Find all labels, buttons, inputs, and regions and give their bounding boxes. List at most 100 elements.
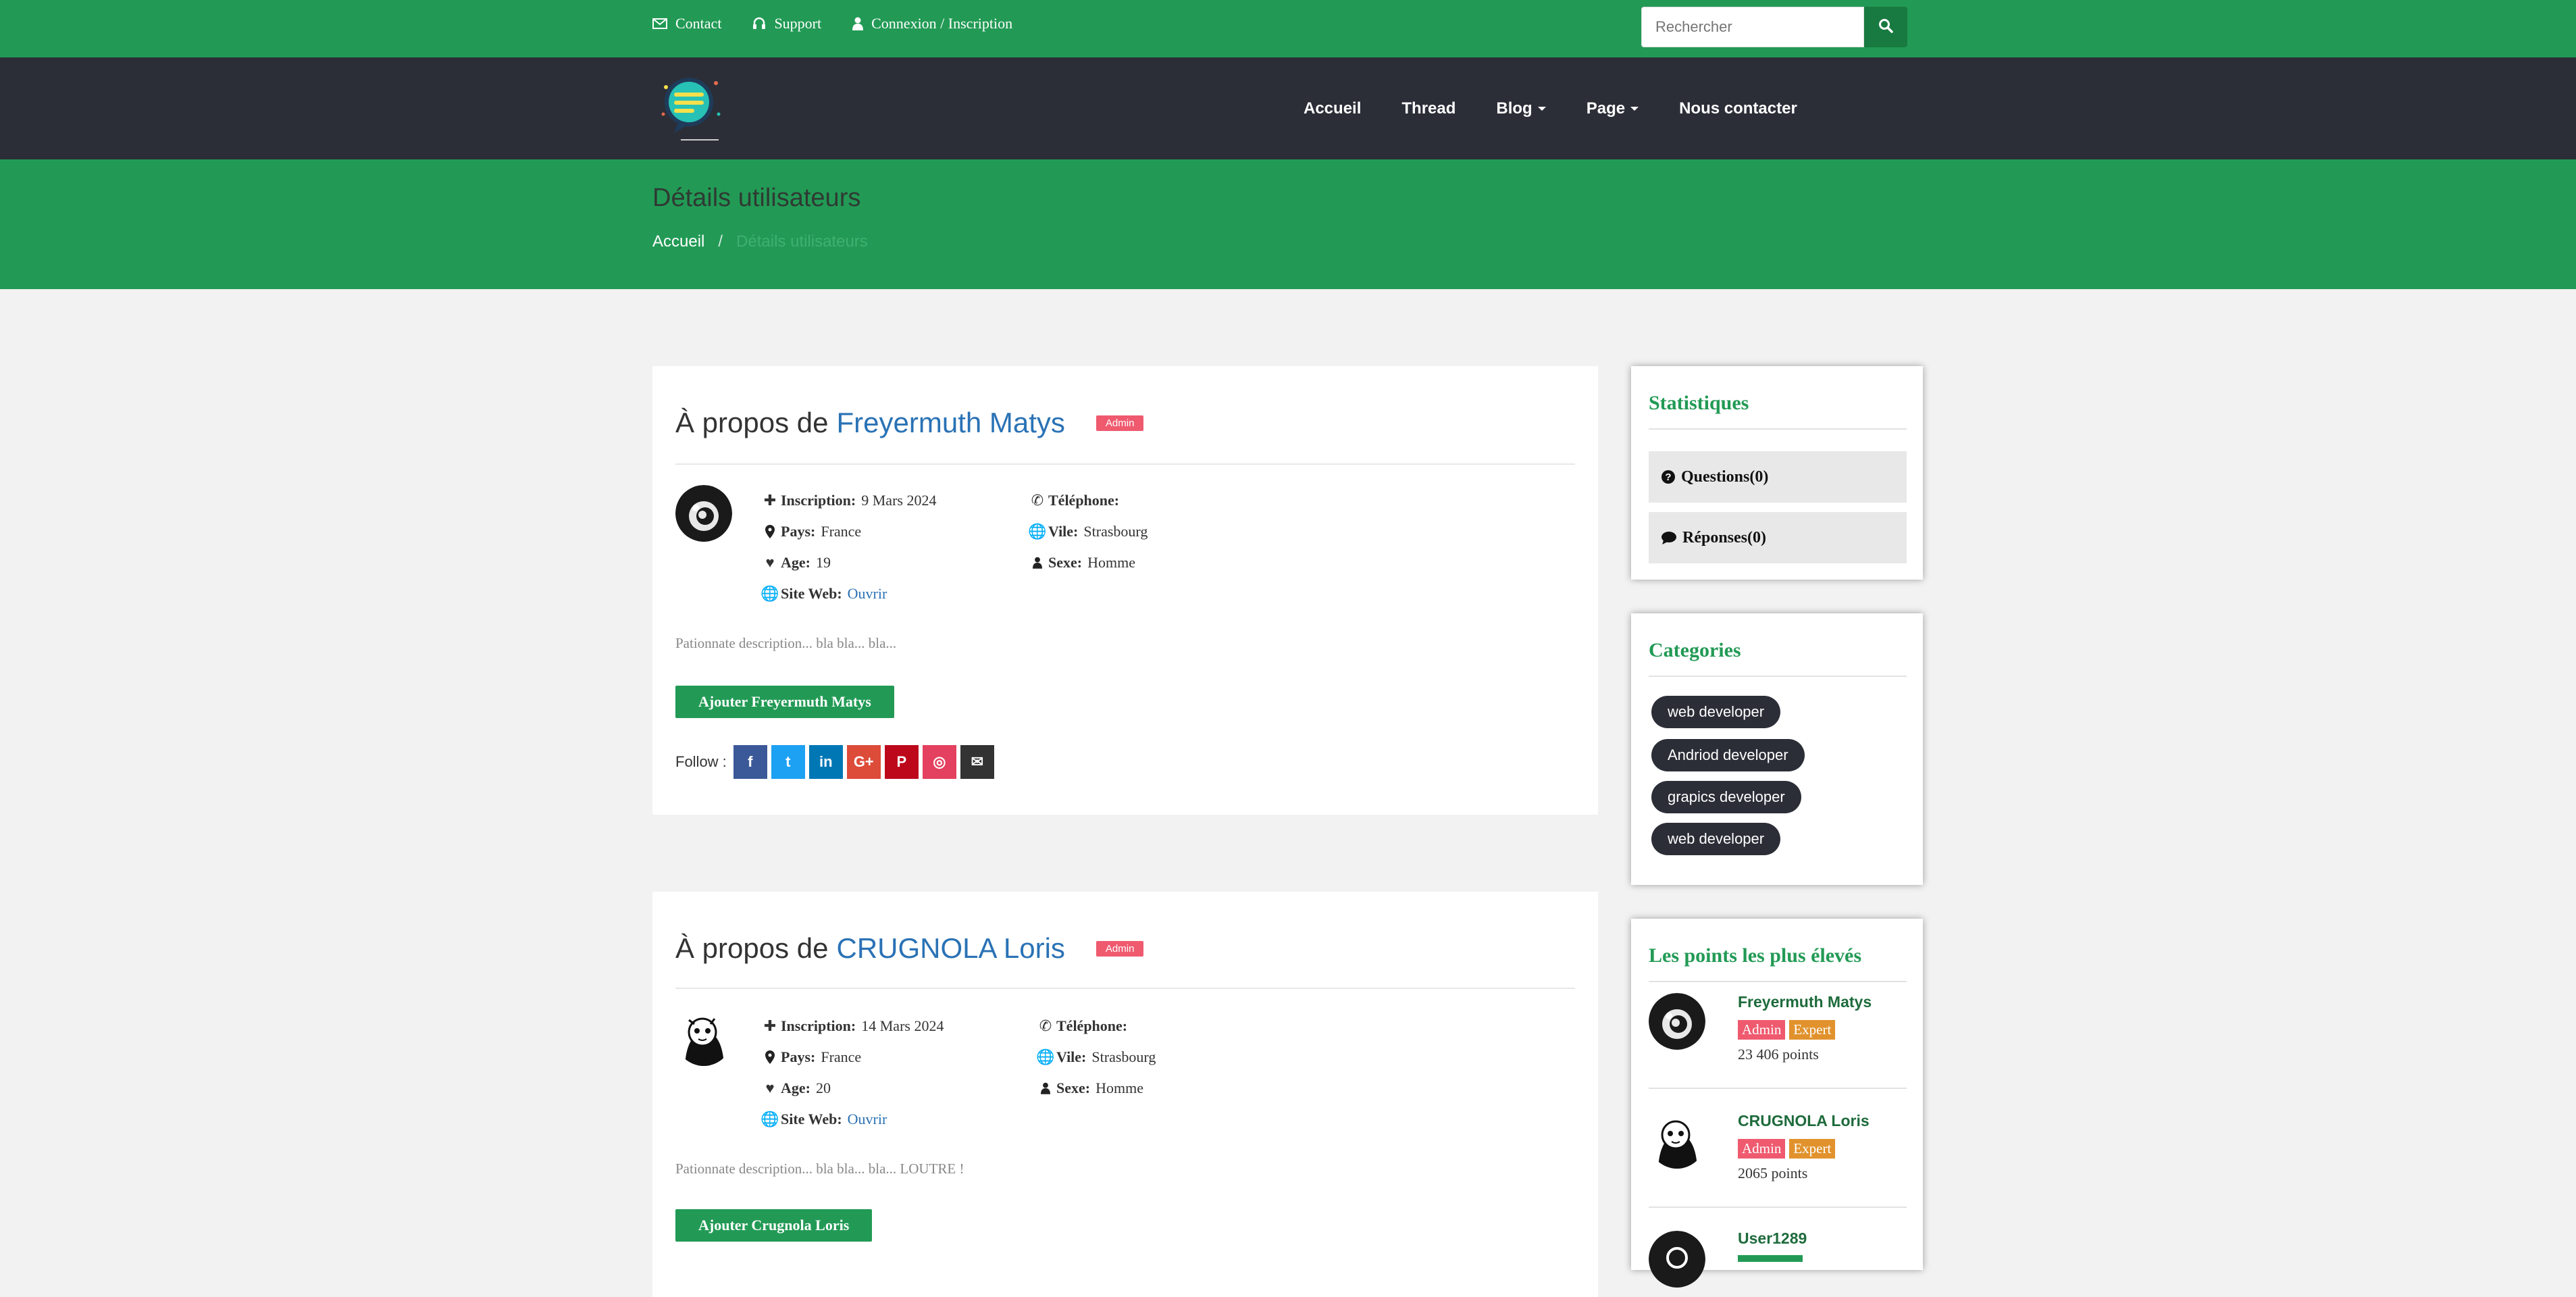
top-user-name[interactable]: CRUGNOLA Loris xyxy=(1738,1112,1870,1130)
plus-icon: ✚ xyxy=(763,492,777,509)
breadcrumb-separator: / xyxy=(718,232,723,251)
contact-link[interactable]: Contact xyxy=(652,15,721,32)
search-icon xyxy=(1878,18,1893,36)
support-link[interactable]: Support xyxy=(752,15,821,32)
twitter-button[interactable]: t xyxy=(771,745,805,779)
nav-page[interactable]: Page xyxy=(1587,99,1639,118)
age-label: Age: xyxy=(781,554,810,571)
sexe-row: Sexe: Homme xyxy=(1039,1073,1156,1104)
top-user-item[interactable]: User1289 xyxy=(1649,1229,1907,1288)
inscription-row: ✚ Inscription: 14 Mars 2024 xyxy=(763,1011,944,1042)
questions-stat[interactable]: ? Questions(0) xyxy=(1649,451,1907,503)
nav-accueil[interactable]: Accueil xyxy=(1304,99,1361,118)
sexe-value: Homme xyxy=(1096,1079,1143,1096)
statistics-panel: Statistiques ? Questions(0) Réponses(0) xyxy=(1631,366,1923,580)
nav-blog-label: Blog xyxy=(1496,99,1532,118)
category-tag[interactable]: grapics developer xyxy=(1651,781,1801,813)
age-row: ♥ Age: 20 xyxy=(763,1073,944,1104)
svg-text:?: ? xyxy=(1665,472,1671,483)
nav-contact[interactable]: Nous contacter xyxy=(1679,99,1797,118)
follow-bar: Follow : f t in G+ P ◎ ✉ xyxy=(675,745,994,779)
info-column-left: ✚ Inscription: 14 Mars 2024 Pays: France ♥ A… xyxy=(761,1011,944,1135)
google-plus-button[interactable]: G+ xyxy=(846,745,881,779)
category-tag[interactable]: web developer xyxy=(1651,696,1781,728)
category-tag[interactable]: web developer xyxy=(1651,823,1781,855)
ville-row: 🌐 Vile: Strasbourg xyxy=(1028,516,1148,547)
age-value: 20 xyxy=(815,1079,831,1096)
caret-down-icon xyxy=(1630,106,1639,111)
support-label: Support xyxy=(774,15,822,32)
profile-heading: À propos de Freyermuth Matys Admin xyxy=(675,407,1144,439)
search-button[interactable] xyxy=(1864,7,1907,47)
nav-thread[interactable]: Thread xyxy=(1401,99,1456,118)
sexe-row: Sexe: Homme xyxy=(1031,547,1148,578)
top-user-name[interactable]: Freyermuth Matys xyxy=(1738,993,1872,1011)
profile-name[interactable]: Freyermuth Matys xyxy=(837,407,1065,439)
top-user-item[interactable]: Freyermuth Matys Admin Expert 23 406 poi… xyxy=(1649,993,1907,1101)
divider xyxy=(1649,676,1907,677)
statistics-title: Statistiques xyxy=(1649,392,1749,414)
globe-icon: 🌐 xyxy=(1036,1048,1055,1065)
instagram-button[interactable]: ◎ xyxy=(922,745,956,779)
website-link[interactable]: Ouvrir xyxy=(848,585,887,603)
nav-blog[interactable]: Blog xyxy=(1496,99,1546,118)
instagram-icon: ◎ xyxy=(933,753,946,770)
category-tag[interactable]: Andriod developer xyxy=(1651,739,1805,771)
facebook-button[interactable]: f xyxy=(733,745,767,779)
avatar xyxy=(1649,993,1705,1050)
pays-row: Pays: France xyxy=(763,516,936,547)
breadcrumb-home[interactable]: Accueil xyxy=(652,232,704,251)
top-user-points: 23 406 points xyxy=(1738,1046,1819,1063)
linkedin-button[interactable]: in xyxy=(808,745,843,779)
avatar xyxy=(1649,1112,1705,1169)
admin-badge: Admin xyxy=(1738,1020,1786,1040)
pays-value: France xyxy=(821,1048,862,1065)
top-user-item[interactable]: CRUGNOLA Loris Admin Expert 2065 points xyxy=(1649,1112,1907,1220)
map-marker-icon xyxy=(763,525,777,538)
site-logo[interactable] xyxy=(654,67,733,147)
add-friend-button[interactable]: Ajouter Freyermuth Matys xyxy=(675,686,894,718)
telephone-row: ✆ Téléphone: xyxy=(1031,485,1148,516)
admin-badge: Admin xyxy=(1096,940,1144,957)
heart-icon: ♥ xyxy=(765,554,775,571)
reponses-stat[interactable]: Réponses(0) xyxy=(1649,512,1907,563)
website-link[interactable]: Ouvrir xyxy=(848,1111,887,1128)
profile-description: Pationnate description... bla bla... bla… xyxy=(675,635,897,651)
admin-badge: Admin xyxy=(1738,1139,1786,1159)
email-button[interactable]: ✉ xyxy=(960,745,994,779)
profile-card: À propos de Freyermuth Matys Admin ✚ Insc… xyxy=(652,366,1598,815)
add-friend-button[interactable]: Ajouter Crugnola Loris xyxy=(675,1209,873,1242)
sexe-label: Sexe: xyxy=(1048,554,1083,571)
top-points-panel: Les points les plus élevés Freyermuth Ma… xyxy=(1631,919,1923,1288)
info-column-right: ✆ Téléphone: 🌐 Vile: Strasbourg Sexe: Homme xyxy=(1028,485,1148,578)
ville-row: 🌐 Vile: Strasbourg xyxy=(1036,1042,1156,1073)
profile-description: Pationnate description... bla bla... bla… xyxy=(675,1161,964,1177)
map-marker-icon xyxy=(763,1050,777,1064)
search-box xyxy=(1641,7,1907,47)
profile-name[interactable]: CRUGNOLA Loris xyxy=(837,932,1065,965)
expert-badge: Expert xyxy=(1789,1020,1836,1040)
pays-value: France xyxy=(821,523,862,540)
site-label: Site Web: xyxy=(781,585,842,602)
main-navbar: Accueil Thread Blog Page Nous contacter xyxy=(0,57,2576,159)
avatar xyxy=(675,485,732,542)
about-prefix: À propos de xyxy=(675,932,829,964)
phone-icon: ✆ xyxy=(1039,1017,1052,1034)
pinterest-button[interactable]: P xyxy=(884,745,919,779)
info-column-right: ✆ Téléphone: 🌐 Vile: Strasbourg Sexe: Homme xyxy=(1036,1011,1156,1104)
globe-icon: 🌐 xyxy=(761,585,779,602)
ville-value: Strasbourg xyxy=(1091,1048,1156,1065)
about-prefix: À propos de xyxy=(675,407,829,438)
top-user-name[interactable]: User1289 xyxy=(1738,1229,1807,1248)
top-user-badges: Admin Expert xyxy=(1738,1020,1836,1040)
headset-icon xyxy=(752,17,766,30)
top-user-badges xyxy=(1738,1255,1803,1262)
profile-card: À propos de CRUGNOLA Loris Admin ✚ Inscri… xyxy=(652,892,1598,1297)
search-input[interactable] xyxy=(1641,7,1864,47)
divider xyxy=(1649,1088,1907,1089)
inscription-label: Inscription: xyxy=(781,492,856,509)
login-link[interactable]: Connexion / Inscription xyxy=(852,15,1012,32)
avatar xyxy=(1649,1231,1705,1288)
question-circle-icon: ? xyxy=(1661,469,1676,484)
user-icon xyxy=(1031,557,1044,569)
